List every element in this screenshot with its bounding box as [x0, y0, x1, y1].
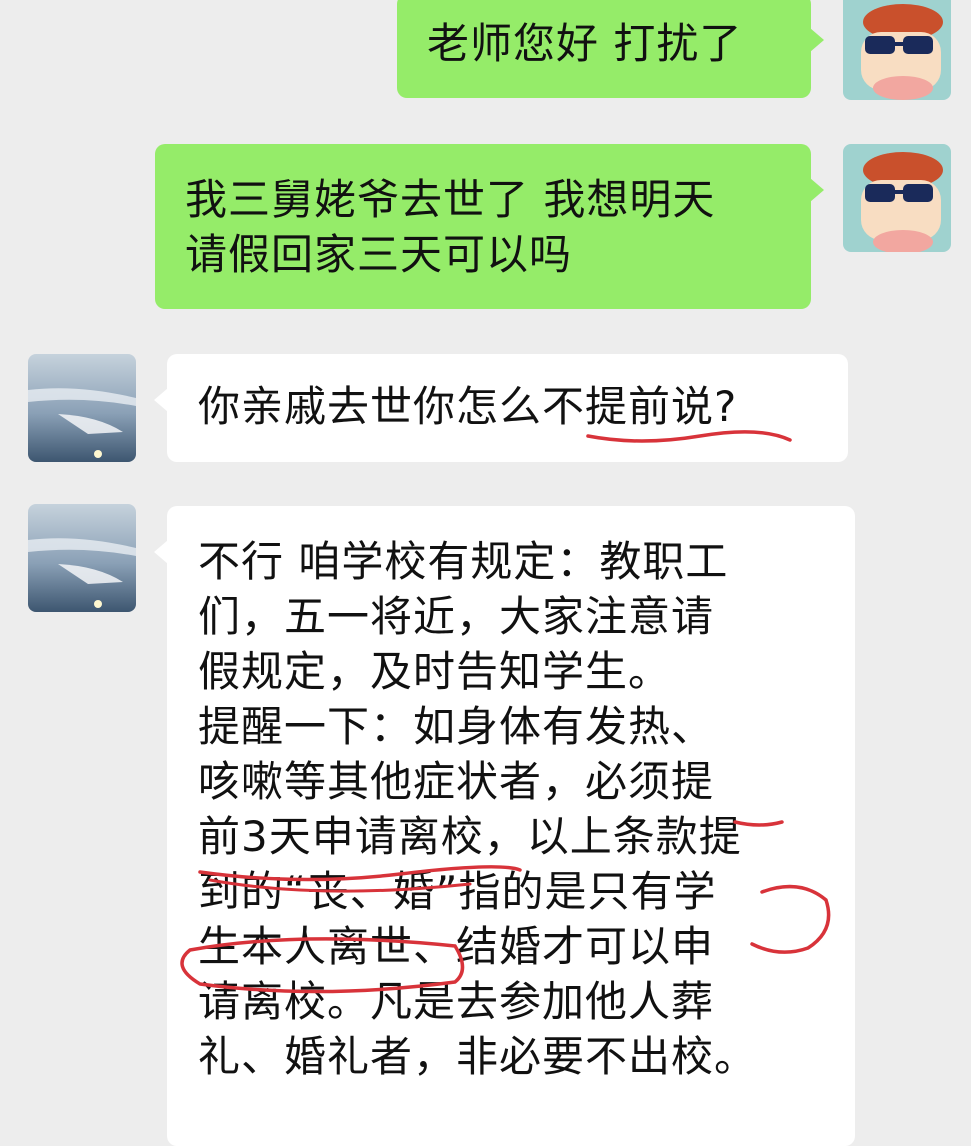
message-text-line: 咳嗽等其他症状者，必须提: [198, 757, 715, 806]
sky-landscape-avatar-icon: [28, 504, 136, 612]
message-text-line: 到的“丧、婚”指的是只有学: [198, 867, 717, 916]
message-text-line: 假规定，及时告知学生。: [198, 647, 672, 696]
message-text-line: 前3天申请离校，以上条款提: [198, 812, 742, 861]
message-text: 老师您好 打扰了: [427, 19, 743, 68]
message-text-line: 请离校。凡是去参加他人葬: [198, 977, 715, 1026]
message-text-line: 提醒一下：如身体有发热、: [198, 702, 715, 751]
self-avatar[interactable]: [843, 0, 951, 100]
other-avatar[interactable]: [28, 354, 136, 462]
self-avatar[interactable]: [843, 144, 951, 252]
message-text: 你亲戚去世你怎么不提前说?: [198, 382, 738, 431]
message-text: 我三舅姥爷去世了 我想明天 请假回家三天可以吗: [185, 175, 716, 279]
message-text-line: 们，五一将近，大家注意请: [198, 592, 715, 641]
cartoon-boy-sunglasses-icon: [843, 144, 951, 252]
sky-landscape-avatar-icon: [28, 354, 136, 462]
cartoon-boy-sunglasses-icon: [843, 0, 951, 100]
message-text-line: 不行 咱学校有规定：教职工: [198, 537, 729, 586]
message-bubble-self[interactable]: 老师您好 打扰了: [397, 0, 824, 98]
message-bubble-self[interactable]: 我三舅姥爷去世了 我想明天 请假回家三天可以吗: [155, 144, 824, 309]
message-text-line: 生本人离世、结婚才可以申: [198, 922, 715, 971]
other-avatar[interactable]: [28, 504, 136, 612]
message-bubble-other[interactable]: 你亲戚去世你怎么不提前说?: [154, 354, 848, 462]
message-text-line: 礼、婚礼者，非必要不出校。: [198, 1032, 758, 1081]
message-bubble-other[interactable]: 不行 咱学校有规定：教职工 们，五一将近，大家注意请 假规定，及时告知学生。 提…: [154, 506, 855, 1146]
